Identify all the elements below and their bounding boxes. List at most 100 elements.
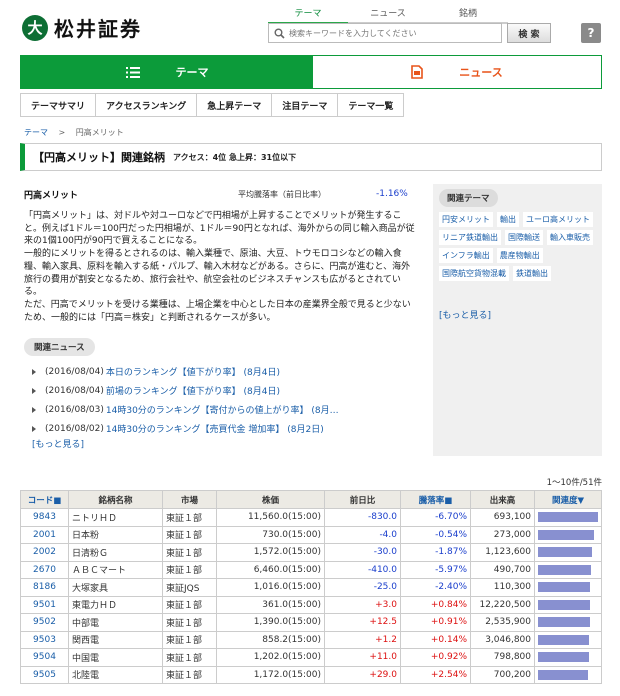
stock-code-link[interactable]: 9505	[20, 665, 69, 684]
stocks-table: コード■ 銘柄名称 市場 株価 前日比 騰落率■ 出来高 関連度▼ 9843 ニト…	[20, 490, 602, 684]
related-theme-tag[interactable]: 農産物輸出	[496, 248, 543, 263]
top-nav-theme[interactable]: テーマ	[268, 6, 348, 24]
news-title[interactable]: 本日のランキング【値下がり率】 (8月4日)	[106, 365, 280, 378]
stock-price: 1,572.0(15:00)	[216, 543, 325, 562]
table-row: 2002 日清粉Ｇ 東証１部 1,572.0(15:00) -30.0 -1.87% 1,1…	[20, 543, 602, 562]
stock-code-link[interactable]: 9501	[20, 595, 69, 614]
stock-change: +11.0	[324, 648, 401, 667]
related-theme-tag[interactable]: 鉄道輸出	[513, 266, 551, 281]
stock-name: 日本粉	[68, 525, 163, 544]
stock-code-link[interactable]: 9504	[20, 648, 69, 667]
news-item[interactable]: (2016/08/04) 前場のランキング【値下がり率】 (8月4日)	[32, 381, 412, 400]
news-title[interactable]: 14時30分のランキング【売買代金 増加率】 (8月2日)	[106, 422, 324, 435]
stock-code-link[interactable]: 9503	[20, 630, 69, 649]
relevance-bar	[538, 529, 594, 540]
related-theme-tag[interactable]: 国際輸送	[505, 230, 543, 245]
related-theme-tag[interactable]: 輸入車販売	[547, 230, 593, 245]
related-news-heading: 関連ニュース	[24, 338, 95, 356]
stock-rate: -2.40%	[400, 578, 471, 597]
related-theme-tag[interactable]: インフラ輸出	[439, 248, 493, 263]
stock-name: 日清粉Ｇ	[68, 543, 163, 562]
stock-price: 361.0(15:00)	[216, 595, 325, 614]
related-theme-tag[interactable]: 国際航空貨物混載	[439, 266, 509, 281]
stock-rate: +0.84%	[400, 595, 471, 614]
help-button[interactable]: ?	[581, 23, 601, 43]
table-row: 9504 中国電 東証１部 1,202.0(15:00) +11.0 +0.92% 798,…	[20, 648, 602, 667]
stock-price: 1,390.0(15:00)	[216, 613, 325, 632]
news-date: (2016/08/02)	[45, 423, 104, 434]
news-title[interactable]: 前場のランキング【値下がり率】 (8月4日)	[106, 384, 280, 397]
related-news-list: (2016/08/04) 本日のランキング【値下がり率】 (8月4日) (201…	[32, 362, 412, 438]
related-theme-tag[interactable]: 輸出	[497, 212, 519, 227]
news-title[interactable]: 14時30分のランキング【寄付からの値上がり率】 (8月…	[106, 403, 339, 416]
triangle-right-icon	[32, 387, 36, 394]
table-row: 9502 中部電 東証１部 1,390.0(15:00) +12.5 +0.91% 2,53…	[20, 613, 602, 632]
stock-change: -4.0	[324, 525, 401, 544]
stock-market: 東証１部	[162, 560, 217, 579]
breadcrumb-root[interactable]: テーマ	[24, 128, 48, 137]
stock-market: 東証１部	[162, 613, 217, 632]
stock-code-link[interactable]: 2001	[20, 525, 69, 544]
related-themes-more-link[interactable]: [もっと見る]	[439, 308, 491, 321]
stock-code-link[interactable]: 9502	[20, 613, 69, 632]
relevance-bar-track	[538, 564, 598, 575]
stock-rate: -5.97%	[400, 560, 471, 579]
relevance-bar-track	[538, 634, 598, 645]
description-paragraph: 一般的にメリットを得るとされるのは、輸入業種で、原油、大豆、トウモロコシなどの輸…	[24, 249, 411, 298]
stock-relevance	[534, 525, 602, 544]
tab-theme[interactable]: テーマ	[21, 56, 313, 88]
stock-change: +12.5	[324, 613, 401, 632]
stock-rate: +0.92%	[400, 648, 471, 667]
stock-code-link[interactable]: 2002	[20, 543, 69, 562]
avg-change-value: -1.16%	[376, 189, 408, 199]
stock-name: 北陸電	[68, 665, 163, 684]
top-nav: テーマ ニュース 銘柄	[268, 6, 508, 24]
news-item[interactable]: (2016/08/04) 本日のランキング【値下がり率】 (8月4日)	[32, 362, 412, 381]
subnav-featured-themes[interactable]: 注目テーマ	[272, 93, 339, 117]
related-theme-tag[interactable]: 円安メリット	[439, 212, 493, 227]
subnav-rising-themes[interactable]: 急上昇テーマ	[197, 93, 273, 117]
stock-price: 858.2(15:00)	[216, 630, 325, 649]
subnav-theme-list[interactable]: テーマ一覧	[338, 93, 405, 117]
subnav-theme-summary[interactable]: テーマサマリ	[20, 93, 97, 117]
relevance-bar-track	[538, 529, 598, 540]
stock-market: 東証１部	[162, 648, 217, 667]
relevance-bar-track	[538, 652, 598, 663]
stock-name: ＡＢＣマート	[68, 560, 163, 579]
col-volume: 出来高	[470, 490, 535, 509]
stock-code-link[interactable]: 8186	[20, 578, 69, 597]
tab-news[interactable]: ニュース	[313, 56, 601, 88]
logo[interactable]: 大 松井証券	[22, 13, 142, 42]
top-nav-stocks[interactable]: 銘柄	[428, 6, 508, 24]
col-code[interactable]: コード■	[20, 490, 69, 509]
search-input[interactable]	[289, 28, 489, 38]
tab-news-label: ニュース	[459, 66, 503, 79]
stock-rate: -0.54%	[400, 525, 471, 544]
top-nav-news[interactable]: ニュース	[348, 6, 428, 24]
breadcrumb-separator: >	[58, 128, 66, 137]
stock-relevance	[534, 595, 602, 614]
search-button[interactable]: 検 索	[507, 23, 551, 43]
news-item[interactable]: (2016/08/02) 14時30分のランキング【売買代金 増加率】 (8月2…	[32, 419, 412, 438]
col-rate[interactable]: 騰落率■	[400, 490, 471, 509]
news-item[interactable]: (2016/08/03) 14時30分のランキング【寄付からの値上がり率】 (8…	[32, 400, 412, 419]
relevance-bar	[538, 617, 590, 628]
triangle-right-icon	[32, 425, 36, 432]
stock-relevance	[534, 648, 602, 667]
main-tabs: テーマ ニュース	[20, 55, 602, 89]
subnav-access-ranking[interactable]: アクセスランキング	[96, 93, 198, 117]
stock-name: 中国電	[68, 648, 163, 667]
col-relevance[interactable]: 関連度▼	[534, 490, 602, 509]
relevance-bar	[538, 599, 590, 610]
stock-code-link[interactable]: 2670	[20, 560, 69, 579]
logo-mark: 大	[22, 14, 48, 41]
related-theme-tag[interactable]: リニア鉄道輸出	[439, 230, 501, 245]
news-more-link[interactable]: [もっと見る]	[32, 437, 84, 450]
related-theme-tag[interactable]: ユーロ高メリット	[523, 212, 593, 227]
stock-relevance	[534, 578, 602, 597]
stock-code-link[interactable]: 9843	[20, 508, 69, 527]
stock-volume: 1,123,600	[470, 543, 535, 562]
col-name: 銘柄名称	[68, 490, 163, 509]
stock-volume: 2,535,900	[470, 613, 535, 632]
stock-price: 1,202.0(15:00)	[216, 648, 325, 667]
